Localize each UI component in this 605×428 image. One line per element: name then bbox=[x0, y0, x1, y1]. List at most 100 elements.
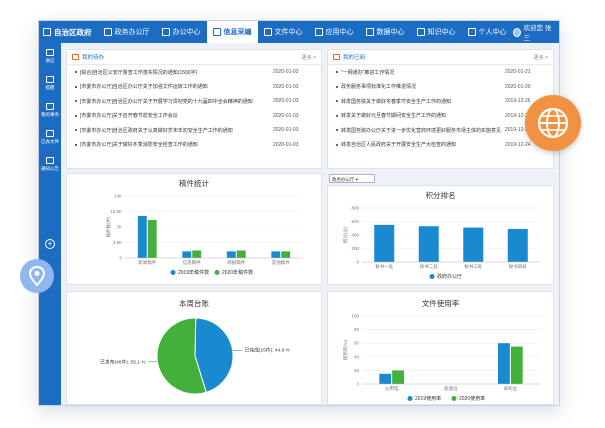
sidebar-item-notice[interactable]: 通知公告 bbox=[39, 151, 61, 178]
todo-more-link[interactable]: 更多 > bbox=[302, 54, 316, 61]
bar bbox=[182, 251, 192, 258]
item-title: 转发自治区人民政府关于开展安全生产大检查的通知 bbox=[341, 142, 457, 149]
bullet bbox=[336, 71, 338, 74]
nav-item-files[interactable]: 文件中心 bbox=[258, 21, 309, 43]
y-axis-label: 稿件数(件) bbox=[105, 216, 112, 237]
sidebar-item-tasks[interactable]: 我的事务 bbox=[39, 97, 61, 124]
speaker-icon bbox=[46, 130, 54, 137]
item-title: [市委市办公厅]自治区办公厅关于开展学习贯彻党的十九届四中全会精神的通知 bbox=[80, 98, 253, 105]
legend-label: 2019使用率 bbox=[415, 395, 441, 402]
nav-item-work[interactable]: 办公中心 bbox=[156, 21, 207, 43]
list-item[interactable]: [市委市办公厅]自治区办公厅关于加强文件运转工作的通知 2020-01-03 bbox=[67, 80, 321, 95]
bullet bbox=[75, 100, 77, 103]
list-item[interactable]: 政务服务事项标准化工作推进情况 2020-01-20 bbox=[328, 80, 553, 95]
list-item[interactable]: 转发国务院办公厅关于进一步优化营商环境更好服务市场主体的实施意见 2019-12-… bbox=[328, 123, 553, 138]
bullet bbox=[336, 85, 338, 88]
todo-icon bbox=[72, 54, 79, 60]
nav-item-apps[interactable]: 应用中心 bbox=[309, 21, 360, 43]
bullet bbox=[336, 100, 338, 103]
usage-chart: 0 20 40 60 80 100 使用率(%) 公用电 能源业 采购业 2019使用率 2020使用… bbox=[342, 314, 540, 402]
monitor-icon bbox=[212, 28, 221, 36]
weekly-ledger-pie: 已完成(15件): 44.9 % 已发布(40件): 55.1 % bbox=[100, 317, 291, 395]
user-menu[interactable]: 欢迎您 张三 bbox=[512, 22, 560, 42]
nav-item-personal[interactable]: 个人中心 bbox=[462, 21, 513, 43]
nav-item-knowledge[interactable]: 知识中心 bbox=[411, 21, 462, 43]
item-title: [市委市办公厅]自治区政府关于认真做好岁末年初安全生产工作的通知 bbox=[80, 127, 233, 134]
read-more-link[interactable]: 更多 > bbox=[534, 54, 548, 61]
task-icon bbox=[46, 103, 54, 110]
legend-swatch bbox=[407, 396, 413, 401]
location-pin-icon[interactable] bbox=[20, 259, 54, 293]
brand-label: 自治区政府 bbox=[54, 27, 92, 37]
bar bbox=[192, 250, 202, 258]
x-tick-label: 其他稿件 bbox=[272, 259, 290, 266]
nav-label: 政务办公厅 bbox=[114, 29, 150, 36]
bar bbox=[236, 250, 246, 258]
usage-chart-panel: 文件使用率 0 20 40 60 80 100 使用率(%) 公用电 能源业 采购业 2019使用率… bbox=[327, 291, 554, 405]
brand[interactable]: 自治区政府 bbox=[39, 27, 98, 38]
item-title: [市委市办公厅]自治区办公厅关于加强文件运转工作的通知 bbox=[80, 84, 208, 91]
sidebar-item-remind[interactable]: 提醒 bbox=[39, 70, 61, 97]
bullet bbox=[336, 114, 338, 117]
x-tick-label: 公用电 bbox=[385, 385, 399, 392]
sidebar-item-label: 我的事务 bbox=[41, 112, 59, 117]
x-tick-label: 能源业 bbox=[444, 385, 458, 392]
grid-icon bbox=[263, 28, 272, 36]
globe-icon[interactable] bbox=[525, 95, 581, 151]
bar bbox=[271, 251, 281, 258]
nav-item-info[interactable]: 信息采编 bbox=[206, 21, 258, 43]
item-date: 2020-01-03 bbox=[273, 127, 299, 134]
bullet bbox=[75, 114, 77, 117]
list-item[interactable]: [市委市办公厅]自治区政府关于认真做好岁末年初安全生产工作的通知 2020-01-… bbox=[67, 123, 321, 138]
mail-icon bbox=[46, 49, 54, 56]
briefcase-icon bbox=[46, 157, 54, 164]
department-select[interactable]: 政务办公厅 ▾ bbox=[329, 174, 375, 183]
select-value: 政务办公厅 bbox=[332, 177, 355, 182]
todo-title: 我的待办 bbox=[82, 55, 105, 61]
bullet bbox=[336, 143, 338, 146]
bar bbox=[507, 228, 528, 262]
cube-icon bbox=[314, 28, 323, 36]
pie-leader bbox=[147, 361, 158, 363]
list-item[interactable]: [市委市办公厅]关于做好冬季消防安全检查工作的通知 2020-01-03 bbox=[67, 138, 321, 153]
add-icon[interactable]: + bbox=[45, 239, 55, 249]
x-tick-label: 秘书四处 bbox=[509, 263, 527, 270]
y-tick-label: 100 bbox=[351, 314, 359, 319]
bar bbox=[510, 346, 523, 384]
gear-icon bbox=[416, 28, 425, 36]
item-date: 2020-01-20 bbox=[505, 83, 531, 90]
sidebar-item-label: 通知公告 bbox=[41, 166, 59, 171]
nav-item-data[interactable]: 数据中心 bbox=[360, 21, 411, 43]
y-tick-label: 60 bbox=[354, 341, 360, 346]
nav-item-office[interactable]: 政务办公厅 bbox=[98, 21, 156, 43]
list-item[interactable]: [市委市办公厅]自治区办公厅关于开展学习贯彻党的十九届四中全会精神的通知 2020… bbox=[67, 94, 321, 109]
manuscript-chart: 0 3.5K 7K 10.5K 14K 稿件数(件) 新闻稿件 信息稿件 简报稿件 其他稿件 201… bbox=[105, 194, 303, 276]
bar bbox=[463, 227, 484, 262]
list-item[interactable]: [市委市办公厅]关于召开春节前安全工作会议 2020-01-03 bbox=[67, 109, 321, 124]
todo-panel: 我的待办 更多 > [综合]自治区公安厅督查工作落实情况的通知(1500字) 202… bbox=[66, 49, 322, 169]
y-axis-label: 使用率(%) bbox=[342, 339, 349, 360]
item-date: 2020-01-21 bbox=[505, 69, 531, 76]
briefcase-icon bbox=[161, 28, 170, 36]
item-date: 2020-01-03 bbox=[273, 141, 299, 148]
list-item[interactable]: 转发自治区人民政府关于开展安全生产大检查的通知 2019-12-24 bbox=[328, 138, 553, 153]
y-tick-label: 800 bbox=[351, 206, 359, 211]
list-item[interactable]: 转发国务院关于做好冬春季节安全生产工作的通知 2019-12-26 bbox=[328, 94, 553, 109]
bullet bbox=[75, 143, 77, 146]
pie-label: 已发布(40件): 55.1 % bbox=[100, 358, 146, 365]
sidebar-item-label: 提醒 bbox=[45, 85, 55, 90]
legend-swatch bbox=[429, 274, 435, 279]
sidebar-item-inbox[interactable]: 收信 bbox=[39, 43, 61, 70]
list-item[interactable]: [综合]自治区公安厅督查工作落实情况的通知(1500字) 2020-01-03 bbox=[67, 65, 321, 80]
item-title: [市委市办公厅]关于召开春节前安全工作会议 bbox=[80, 113, 178, 120]
y-tick-label: 20 bbox=[354, 368, 360, 373]
nav-label: 信息采编 bbox=[223, 29, 252, 36]
sidebar-item-done[interactable]: 已办文件 bbox=[39, 124, 61, 151]
list-item[interactable]: “一网通办”推进工作情况 2020-01-21 bbox=[328, 65, 553, 80]
legend-label: 2019年稿件数 bbox=[178, 269, 209, 276]
y-tick-label: 400 bbox=[351, 233, 359, 238]
nav-label: 办公中心 bbox=[172, 29, 201, 36]
legend-swatch bbox=[214, 270, 220, 275]
list-item[interactable]: 转发关于做好元旦春节期间安全生产工作的通知 2019-12-25 bbox=[328, 109, 553, 124]
y-tick-label: 7K bbox=[116, 225, 122, 230]
